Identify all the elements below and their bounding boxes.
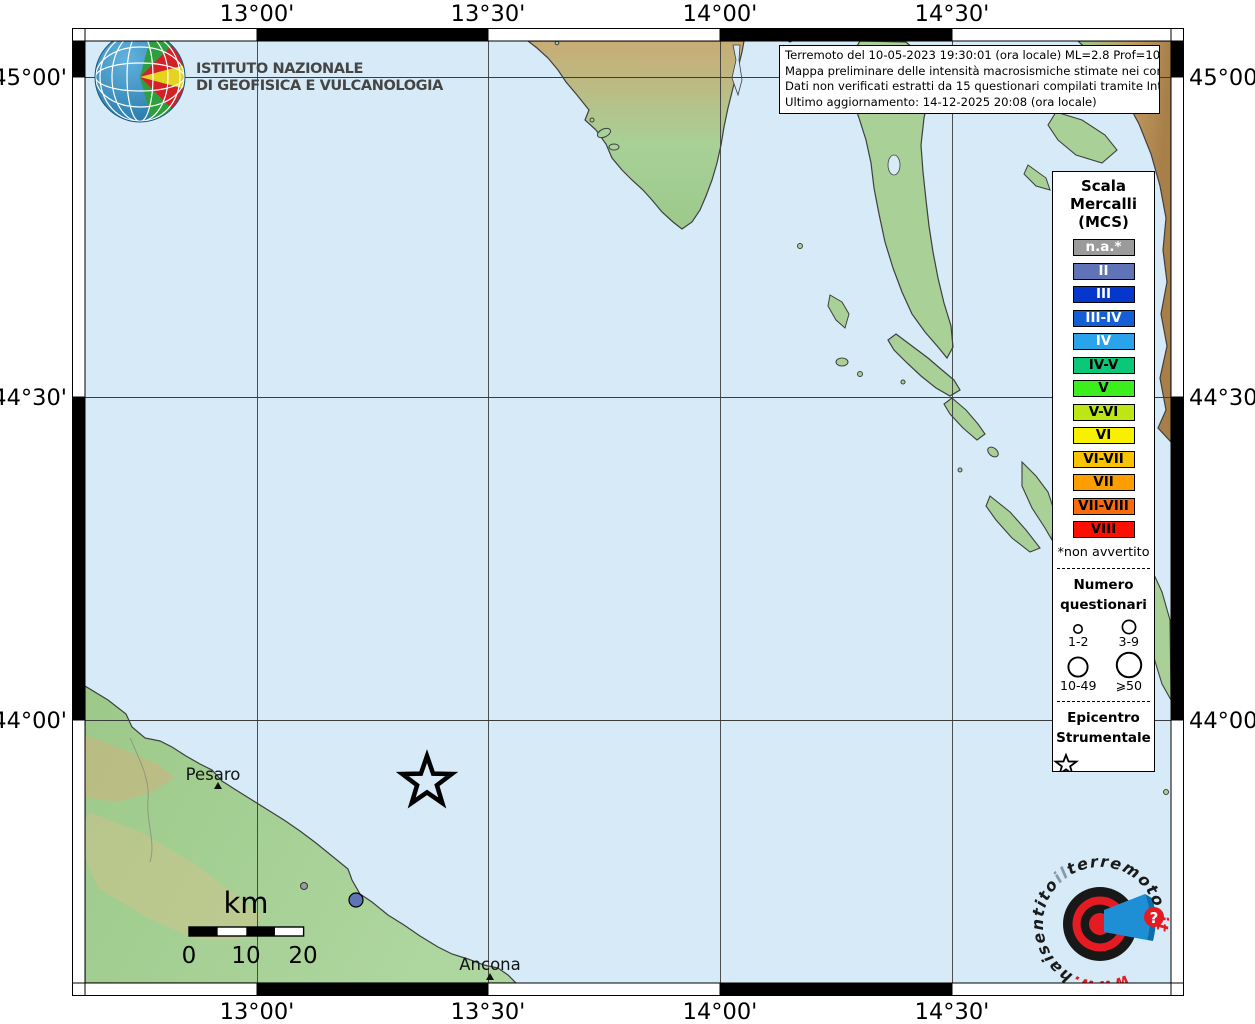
axis-bottom-3: 14°00' — [683, 999, 758, 1024]
event-info-line2: Mappa preliminare delle intensità macros… — [785, 63, 1160, 78]
scale-tick-0: 0 — [182, 943, 197, 969]
scale-tick-10: 10 — [231, 943, 260, 969]
axis-left-1: 45°00' — [0, 65, 67, 91]
island-susak — [835, 357, 849, 367]
pesaro-label: Pesaro — [186, 765, 241, 784]
islet-dot — [957, 467, 963, 473]
mcs-swatch-vii: VII — [1072, 474, 1135, 491]
map-canvas: Pesaro Ancona km 0 10 20 ISTITUTO NAZION… — [0, 0, 1255, 1024]
ancona-label: Ancona — [459, 955, 520, 974]
event-info-line4: Ultimo aggiornamento: 14-12-2025 20:08 (… — [785, 94, 1097, 109]
ingv-name-line1: ISTITUTO NAZIONALE — [196, 61, 363, 77]
event-info-box: Terremoto del 10-05-2023 19:30:01 (ora l… — [779, 45, 1160, 115]
axis-bottom-1: 13°00' — [220, 999, 295, 1024]
ingv-name-line2: DI GEOFISICA E VULCANOLOGIA — [196, 78, 444, 94]
mcs-swatch-iv-v: IV-V — [1072, 356, 1135, 374]
axis-top-2: 13°30' — [451, 1, 526, 27]
axis-right-2: 44°30' — [1189, 385, 1255, 411]
axis-bottom-4: 14°30' — [915, 999, 990, 1024]
mcs-swatch-iii: III — [1072, 286, 1135, 303]
size-class-3-9: 3-9 — [1104, 618, 1155, 649]
event-info-line3: Dati non verificati estratti da 15 quest… — [785, 79, 1160, 94]
legend-divider — [1057, 567, 1150, 569]
mcs-swatch-iv: IV — [1072, 333, 1135, 350]
mcs-swatch-vii-viii: VII-VIII — [1072, 497, 1135, 515]
mcs-swatch-viii: VIII — [1072, 521, 1135, 538]
intensity-dot-ii — [348, 892, 364, 908]
islet-dot — [900, 379, 906, 385]
islet-dot — [589, 117, 595, 123]
islet-dot — [797, 243, 803, 249]
mcs-swatch-na: n.a.* — [1072, 239, 1135, 256]
size-class-50plus: ⩾50 — [1104, 649, 1155, 693]
axis-left-3: 44°00' — [0, 708, 67, 734]
epicenter-star-key — [1053, 752, 1154, 771]
scale-unit: km — [223, 886, 268, 920]
mcs-swatch-v: V — [1072, 380, 1135, 397]
mcs-swatch-vi-vii: VI-VII — [1072, 450, 1135, 468]
circle-size-10-49-icon — [1067, 655, 1089, 678]
questionnaire-size-key: 1-2 3-9 10-49 ⩾50 — [1053, 618, 1154, 693]
questionnaires-title: Numero questionari — [1060, 576, 1147, 613]
legend-footnote: *non avvertito — [1057, 544, 1150, 560]
event-info-line1: Terremoto del 10-05-2023 19:30:01 (ora l… — [785, 48, 1160, 62]
mcs-swatch-iii-iv: III-IV — [1072, 309, 1135, 327]
circle-size-3-9-icon — [1121, 619, 1137, 634]
axis-bottom-2: 13°30' — [451, 999, 526, 1024]
mcs-swatch-ii: II — [1072, 262, 1135, 280]
axis-right-3: 44°00' — [1189, 708, 1255, 734]
circle-size-1-2-icon — [1073, 623, 1084, 634]
star-icon — [1053, 752, 1079, 771]
size-class-1-2: 1-2 — [1053, 618, 1104, 649]
scale-tick-20: 20 — [288, 943, 317, 969]
axis-top-3: 14°00' — [683, 1, 758, 27]
brijuni-islet-2 — [608, 143, 620, 151]
axis-left-2: 44°30' — [0, 385, 67, 411]
legend-divider — [1057, 700, 1150, 702]
mcs-swatch-vi: VI — [1072, 427, 1135, 444]
legend-title: Scala Mercalli (MCS) — [1070, 177, 1137, 231]
axis-top-4: 14°30' — [915, 1, 990, 27]
vrana-lake — [887, 154, 901, 176]
mcs-scale-list: n.a.* II III III-IV IV IV-V V V-VI VI VI… — [1053, 239, 1154, 538]
legend-panel: Scala Mercalli (MCS) n.a.* II III III-IV… — [1052, 171, 1155, 772]
circle-size-50plus-icon — [1115, 651, 1142, 678]
axis-top-1: 13°00' — [220, 1, 295, 27]
epicenter-title: Epicentro Strumentale — [1056, 709, 1151, 746]
size-class-10-49: 10-49 — [1053, 649, 1104, 693]
islet-dot — [1163, 789, 1169, 795]
axis-right-1: 45°00' — [1189, 65, 1255, 91]
intensity-dot-na — [300, 882, 308, 890]
islet-dot — [857, 371, 863, 377]
islet-dot — [554, 41, 560, 46]
mcs-swatch-v-vi: V-VI — [1072, 403, 1135, 421]
